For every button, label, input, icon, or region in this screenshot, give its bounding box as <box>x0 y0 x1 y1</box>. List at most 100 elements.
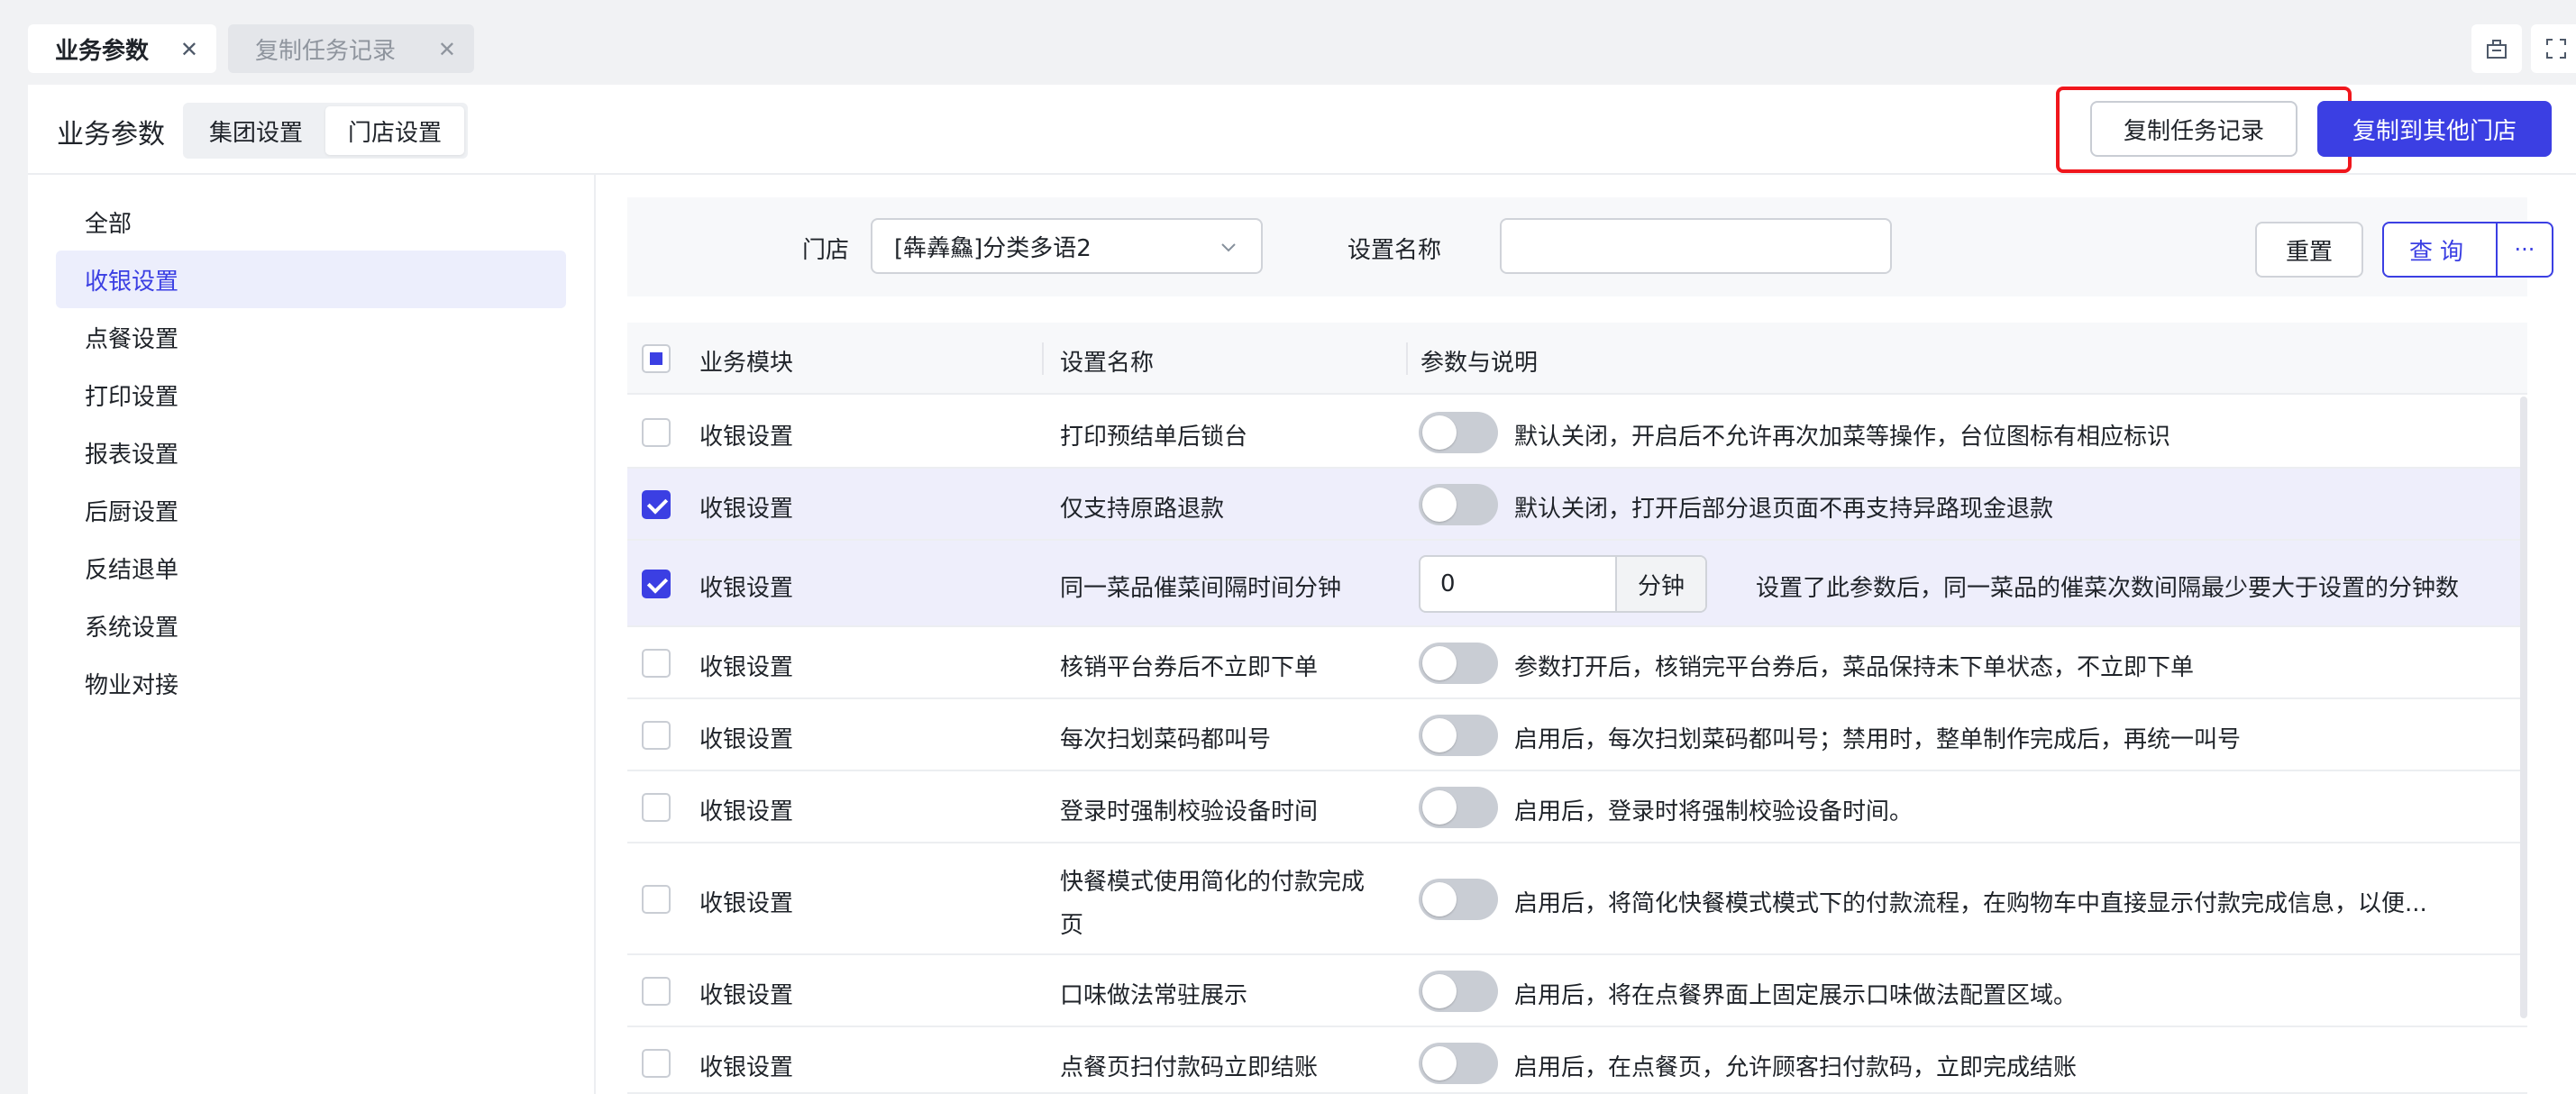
row-setting-name: 口味做法常驻展示 <box>1060 982 1248 1009</box>
tab-label: 业务参数 <box>55 37 150 65</box>
select-all-checkbox[interactable] <box>642 344 671 373</box>
row-setting-name: 打印预结单后锁台 <box>1060 424 1248 451</box>
row-description: 启用后，每次扫划菜码都叫号；禁用时，整单制作完成后，再统一叫号 <box>1514 726 2242 753</box>
row-checkbox[interactable] <box>642 721 671 750</box>
setting-toggle[interactable] <box>1419 1043 1498 1084</box>
row-description: 启用后，将在点餐界面上固定展示口味做法配置区域。 <box>1514 982 2078 1009</box>
setting-name-input[interactable] <box>1500 218 1892 274</box>
query-button[interactable]: 查询 <box>2382 222 2498 278</box>
store-select[interactable]: [犇羴鱻]分类多语2 <box>871 218 1263 274</box>
table-row[interactable]: 收银设置 打印预结单后锁台 默认关闭，开启后不允许再次加菜等操作，台位图标有相应… <box>627 397 2527 469</box>
setting-toggle[interactable] <box>1419 971 1498 1012</box>
expand-icon <box>2546 39 2566 59</box>
column-header-setting-name: 设置名称 <box>1060 350 1155 377</box>
building-icon <box>2487 40 2507 59</box>
row-checkbox[interactable] <box>642 649 671 678</box>
row-checkbox[interactable] <box>642 977 671 1006</box>
row-module: 收银设置 <box>699 654 794 681</box>
row-module: 收银设置 <box>699 496 794 523</box>
close-icon[interactable]: ✕ <box>438 37 456 62</box>
page-header: 业务参数 集团设置 门店设置 复制任务记录 复制到其他门店 <box>28 85 2576 175</box>
setting-toggle[interactable] <box>1419 715 1498 756</box>
row-checkbox[interactable] <box>642 793 671 822</box>
table-scrollbar[interactable] <box>2520 397 2527 1018</box>
sidebar-item-property[interactable]: 物业对接 <box>56 654 566 712</box>
tab-business-params[interactable]: 业务参数 ✕ <box>28 24 216 73</box>
row-module: 收银设置 <box>699 1054 794 1081</box>
table-row[interactable]: 收银设置 每次扫划菜码都叫号 启用后，每次扫划菜码都叫号；禁用时，整单制作完成后… <box>627 699 2527 771</box>
row-checkbox[interactable] <box>642 418 671 447</box>
row-setting-name: 每次扫划菜码都叫号 <box>1060 726 1272 753</box>
sidebar-item-system[interactable]: 系统设置 <box>56 597 566 654</box>
sidebar-item-refund[interactable]: 反结退单 <box>56 539 566 597</box>
row-description: 启用后，在点餐页，允许顾客扫付款码，立即完成结账 <box>1514 1054 2078 1081</box>
row-description: 默认关闭，开启后不允许再次加菜等操作，台位图标有相应标识 <box>1514 424 2171 451</box>
main-content: 门店 [犇羴鱻]分类多语2 设置名称 重置 查询 ··· 业务模块 设置名称 参… <box>596 175 2576 1094</box>
row-module: 收银设置 <box>699 982 794 1009</box>
row-description: 启用后，登录时将强制校验设备时间。 <box>1514 798 1914 825</box>
segment-group-settings[interactable]: 集团设置 <box>187 106 325 155</box>
row-description: 启用后，将简化快餐模式模式下的付款流程，在购物车中直接显示付款完成信息，以便..… <box>1514 890 2427 917</box>
sidebar-item-kitchen[interactable]: 后厨设置 <box>56 481 566 539</box>
close-icon[interactable]: ✕ <box>180 37 198 62</box>
column-divider <box>1406 342 1408 375</box>
table-row[interactable]: 收银设置 点餐页扫付款码立即结账 启用后，在点餐页，允许顾客扫付款码，立即完成结… <box>627 1027 2527 1094</box>
row-checkbox[interactable] <box>642 885 671 914</box>
reset-button[interactable]: 重置 <box>2255 222 2363 278</box>
filter-bar: 门店 [犇羴鱻]分类多语2 设置名称 重置 查询 ··· <box>627 197 2553 296</box>
segment-store-settings[interactable]: 门店设置 <box>325 106 464 155</box>
table-row[interactable]: 收银设置 核销平台券后不立即下单 参数打开后，核销完平台券后，菜品保持未下单状态… <box>627 627 2527 699</box>
row-module: 收银设置 <box>699 726 794 753</box>
interval-minutes-input[interactable]: 0 分钟 <box>1419 555 1707 613</box>
setting-toggle[interactable] <box>1419 787 1498 828</box>
category-sidebar: 全部 收银设置 点餐设置 打印设置 报表设置 后厨设置 反结退单 系统设置 物业… <box>28 175 596 1094</box>
row-description: 设置了此参数后，同一菜品的催菜次数间隔最少要大于设置的分钟数 <box>1756 575 2460 602</box>
table-row[interactable]: 收银设置 快餐模式使用简化的付款完成 页 启用后，将简化快餐模式模式下的付款流程… <box>627 843 2527 955</box>
sidebar-item-print[interactable]: 打印设置 <box>56 366 566 424</box>
sidebar-item-report[interactable]: 报表设置 <box>56 424 566 481</box>
row-setting-name: 点餐页扫付款码立即结账 <box>1060 1054 1319 1081</box>
interval-unit: 分钟 <box>1615 557 1705 611</box>
interval-value: 0 <box>1440 570 1456 597</box>
row-module: 收银设置 <box>699 798 794 825</box>
row-setting-name: 仅支持原路退款 <box>1060 496 1225 523</box>
row-module: 收银设置 <box>699 575 794 602</box>
row-checkbox[interactable] <box>642 490 671 519</box>
store-label: 门店 <box>802 237 850 264</box>
page-title: 业务参数 <box>57 119 165 150</box>
row-module: 收银设置 <box>699 424 794 451</box>
chevron-down-icon <box>1221 243 1236 252</box>
store-select-value: [犇羴鱻]分类多语2 <box>894 234 1092 262</box>
copy-task-record-button[interactable]: 复制任务记录 <box>2090 101 2297 157</box>
table-row[interactable]: 收银设置 口味做法常驻展示 启用后，将在点餐界面上固定展示口味做法配置区域。 <box>627 955 2527 1027</box>
copy-to-other-stores-button[interactable]: 复制到其他门店 <box>2317 101 2552 157</box>
table-row[interactable]: 收银设置 登录时强制校验设备时间 启用后，登录时将强制校验设备时间。 <box>627 771 2527 843</box>
home-button[interactable] <box>2471 24 2522 73</box>
column-divider <box>1042 342 1044 375</box>
row-checkbox[interactable] <box>642 570 671 598</box>
row-setting-name-line1: 快餐模式使用简化的付款完成 <box>1060 869 1366 896</box>
setting-toggle[interactable] <box>1419 879 1498 920</box>
fullscreen-button[interactable] <box>2531 24 2576 73</box>
row-setting-name: 登录时强制校验设备时间 <box>1060 798 1319 825</box>
setting-toggle[interactable] <box>1419 484 1498 525</box>
row-setting-name: 同一菜品催菜间隔时间分钟 <box>1060 575 1342 602</box>
table-header: 业务模块 设置名称 参数与说明 <box>627 323 2527 395</box>
table-row[interactable]: 收银设置 同一菜品催菜间隔时间分钟 0 分钟 设置了此参数后，同一菜品的催菜次数… <box>627 541 2527 627</box>
more-options-button[interactable]: ··· <box>2496 222 2553 278</box>
scope-segmented-control: 集团设置 门店设置 <box>183 103 468 159</box>
tab-bar: 业务参数 ✕ 复制任务记录 ✕ <box>0 0 2576 85</box>
sidebar-item-all[interactable]: 全部 <box>56 193 566 251</box>
column-header-module: 业务模块 <box>699 350 794 377</box>
setting-name-label: 设置名称 <box>1347 237 1442 264</box>
tab-copy-records[interactable]: 复制任务记录 ✕ <box>228 24 474 73</box>
column-header-params: 参数与说明 <box>1420 350 1539 377</box>
sidebar-item-ordering[interactable]: 点餐设置 <box>56 308 566 366</box>
sidebar-item-cashier[interactable]: 收银设置 <box>56 251 566 308</box>
setting-toggle[interactable] <box>1419 643 1498 684</box>
table-row[interactable]: 收银设置 仅支持原路退款 默认关闭，打开后部分退页面不再支持异路现金退款 <box>627 469 2527 541</box>
row-description: 默认关闭，打开后部分退页面不再支持异路现金退款 <box>1514 496 2054 523</box>
setting-toggle[interactable] <box>1419 412 1498 453</box>
tab-label: 复制任务记录 <box>255 37 397 65</box>
row-checkbox[interactable] <box>642 1049 671 1078</box>
